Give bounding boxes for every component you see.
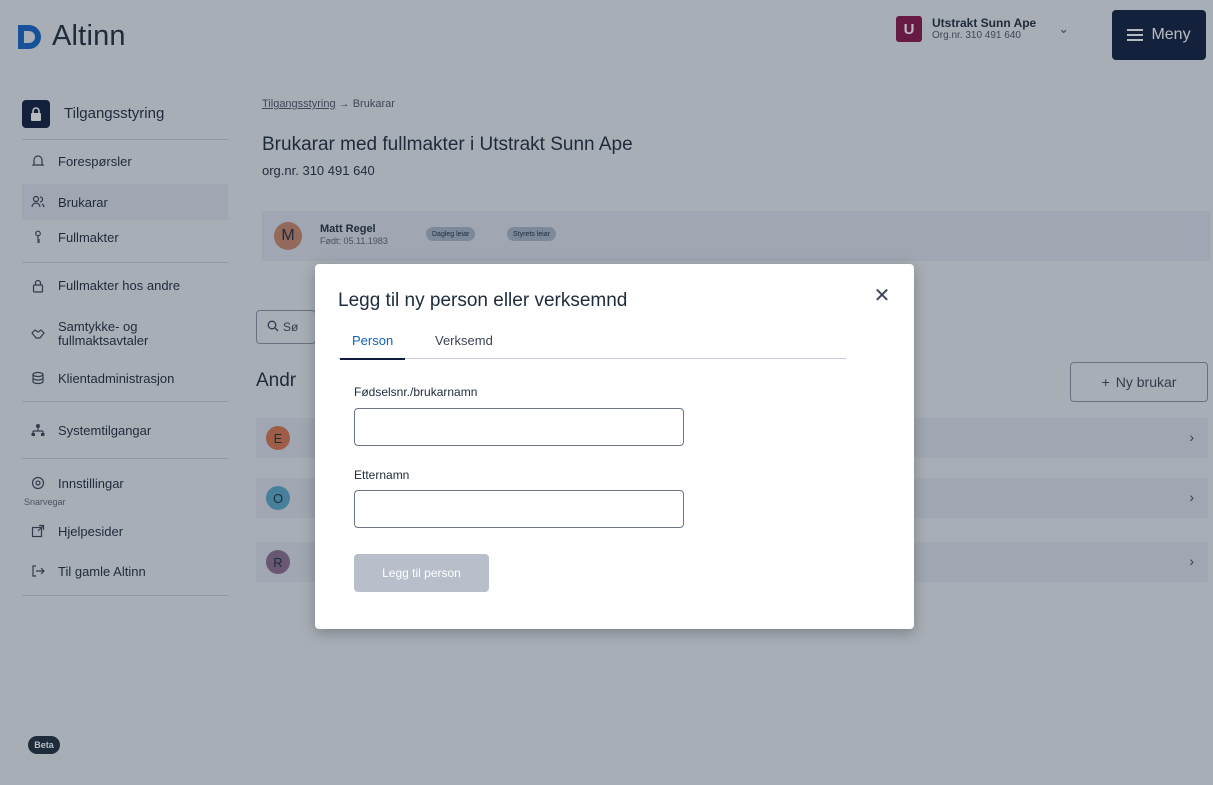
close-icon[interactable]: ✕	[872, 286, 892, 306]
surname-field[interactable]	[354, 490, 684, 528]
ssn-username-field[interactable]	[354, 408, 684, 446]
dialog-tabs: Person Verksemd	[338, 331, 846, 360]
add-person-dialog: Legg til ny person eller verksemnd ✕ Per…	[315, 264, 914, 629]
add-person-button[interactable]: Legg til person	[354, 554, 489, 592]
ssn-username-label: Fødselsnr./brukarnamn	[354, 385, 478, 399]
tab-verksemd[interactable]: Verksemd	[435, 333, 493, 359]
surname-label: Etternamn	[354, 468, 410, 482]
dialog-title: Legg til ny person eller verksemnd	[338, 290, 628, 311]
tab-person[interactable]: Person	[339, 333, 406, 360]
